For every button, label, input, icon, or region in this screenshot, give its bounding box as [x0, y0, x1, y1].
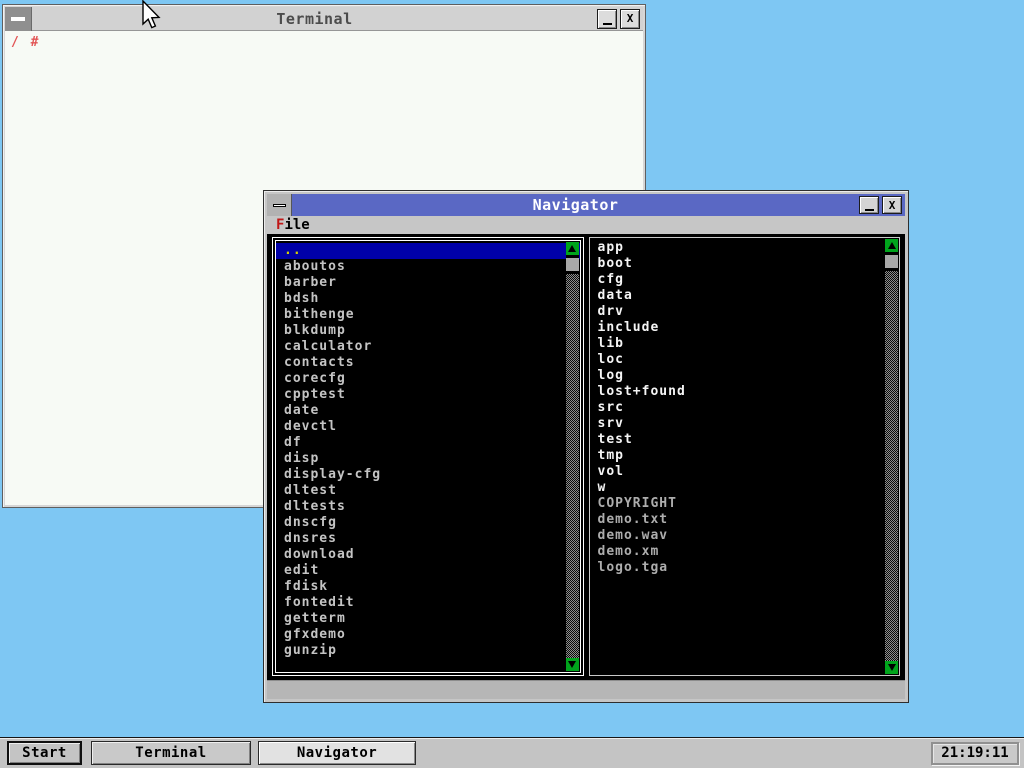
taskbar: Start Terminal Navigator 21:19:11: [0, 737, 1024, 768]
navigator-minimize-button[interactable]: [859, 196, 879, 214]
file-item[interactable]: fdisk: [276, 579, 580, 595]
taskbar-clock: 21:19:11: [931, 742, 1019, 765]
file-item[interactable]: include: [590, 320, 900, 336]
navigator-titlebar[interactable]: Navigator X: [267, 194, 905, 216]
file-item[interactable]: lib: [590, 336, 900, 352]
scroll-down-button[interactable]: [566, 658, 579, 671]
close-icon: X: [627, 12, 634, 25]
file-item[interactable]: calculator: [276, 339, 580, 355]
system-menu-icon: [273, 204, 286, 207]
system-menu-icon: [11, 17, 25, 21]
scrollbar-track[interactable]: [885, 271, 898, 661]
file-item[interactable]: dnsres: [276, 531, 580, 547]
left-pane-list: ..aboutosbarberbdshbithengeblkdumpcalcul…: [276, 241, 580, 659]
file-item[interactable]: ..: [276, 243, 580, 259]
scrollbar-thumb[interactable]: [566, 258, 579, 271]
right-pane-list: appbootcfgdatadrvincludeliblocloglost+fo…: [590, 238, 900, 576]
scrollbar-thumb[interactable]: [885, 255, 898, 268]
file-item[interactable]: df: [276, 435, 580, 451]
file-item[interactable]: srv: [590, 416, 900, 432]
file-item[interactable]: bithenge: [276, 307, 580, 323]
file-item[interactable]: drv: [590, 304, 900, 320]
file-item[interactable]: contacts: [276, 355, 580, 371]
file-item[interactable]: cfg: [590, 272, 900, 288]
minimize-icon: [603, 23, 612, 25]
file-item[interactable]: corecfg: [276, 371, 580, 387]
file-item[interactable]: COPYRIGHT: [590, 496, 900, 512]
file-item[interactable]: edit: [276, 563, 580, 579]
file-item[interactable]: src: [590, 400, 900, 416]
navigator-client-area: ..aboutosbarberbdshbithengeblkdumpcalcul…: [267, 234, 905, 680]
taskbar-item-navigator[interactable]: Navigator: [258, 741, 416, 765]
file-item[interactable]: tmp: [590, 448, 900, 464]
menu-bar: File: [267, 216, 905, 234]
file-item[interactable]: display-cfg: [276, 467, 580, 483]
scrollbar-track[interactable]: [566, 274, 579, 658]
start-button[interactable]: Start: [7, 741, 82, 765]
right-file-pane[interactable]: appbootcfgdatadrvincludeliblocloglost+fo…: [589, 237, 901, 676]
navigator-close-button[interactable]: X: [882, 196, 902, 214]
file-item[interactable]: demo.txt: [590, 512, 900, 528]
file-item[interactable]: blkdump: [276, 323, 580, 339]
navigator-window: Navigator X File ..aboutosbarberbdshbith…: [263, 190, 909, 703]
terminal-minimize-button[interactable]: [597, 9, 617, 29]
file-item[interactable]: fontedit: [276, 595, 580, 611]
file-item[interactable]: download: [276, 547, 580, 563]
file-item[interactable]: vol: [590, 464, 900, 480]
file-item[interactable]: gfxdemo: [276, 627, 580, 643]
navigator-status-strip: [267, 680, 905, 699]
file-item[interactable]: aboutos: [276, 259, 580, 275]
file-item[interactable]: dnscfg: [276, 515, 580, 531]
file-item[interactable]: disp: [276, 451, 580, 467]
file-item[interactable]: demo.wav: [590, 528, 900, 544]
file-item[interactable]: boot: [590, 256, 900, 272]
menu-item-file[interactable]: File: [276, 217, 310, 233]
file-item[interactable]: barber: [276, 275, 580, 291]
arrow-up-icon: [568, 245, 576, 252]
taskbar-item-terminal[interactable]: Terminal: [91, 741, 251, 765]
right-pane-scrollbar[interactable]: [885, 239, 898, 674]
file-item[interactable]: dltests: [276, 499, 580, 515]
file-item[interactable]: test: [590, 432, 900, 448]
scroll-up-button[interactable]: [566, 242, 579, 255]
close-icon: X: [889, 199, 896, 212]
navigator-system-menu-button[interactable]: [267, 194, 292, 216]
arrow-up-icon: [888, 242, 896, 249]
scroll-down-button[interactable]: [885, 661, 898, 674]
file-item[interactable]: loc: [590, 352, 900, 368]
file-item[interactable]: devctl: [276, 419, 580, 435]
scroll-up-button[interactable]: [885, 239, 898, 252]
shell-prompt: / #: [11, 35, 40, 50]
file-item[interactable]: data: [590, 288, 900, 304]
file-item[interactable]: date: [276, 403, 580, 419]
file-item[interactable]: bdsh: [276, 291, 580, 307]
file-item[interactable]: demo.xm: [590, 544, 900, 560]
terminal-titlebar[interactable]: Terminal X: [5, 7, 643, 31]
left-pane-scrollbar[interactable]: [566, 242, 579, 671]
terminal-close-button[interactable]: X: [620, 9, 640, 29]
left-file-pane[interactable]: ..aboutosbarberbdshbithengeblkdumpcalcul…: [272, 237, 584, 676]
arrow-down-icon: [888, 664, 896, 671]
terminal-window-title: Terminal: [32, 10, 597, 28]
file-item[interactable]: dltest: [276, 483, 580, 499]
arrow-down-icon: [568, 661, 576, 668]
file-item[interactable]: logo.tga: [590, 560, 900, 576]
navigator-window-title: Navigator: [292, 196, 859, 214]
file-item[interactable]: w: [590, 480, 900, 496]
file-item[interactable]: cpptest: [276, 387, 580, 403]
file-item[interactable]: gunzip: [276, 643, 580, 659]
file-item[interactable]: getterm: [276, 611, 580, 627]
terminal-system-menu-button[interactable]: [5, 7, 32, 31]
file-item[interactable]: lost+found: [590, 384, 900, 400]
file-item[interactable]: log: [590, 368, 900, 384]
minimize-icon: [865, 209, 874, 211]
file-item[interactable]: app: [590, 240, 900, 256]
